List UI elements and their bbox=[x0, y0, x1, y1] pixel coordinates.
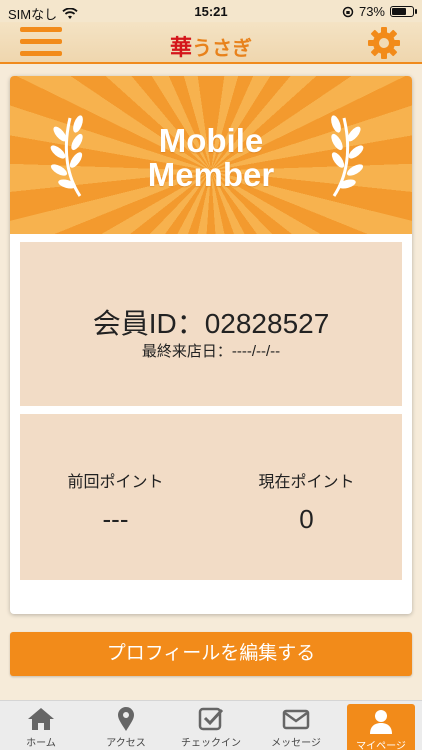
laurel-right-icon bbox=[331, 115, 364, 197]
tab-checkin[interactable]: チェックイン bbox=[177, 701, 245, 750]
map-pin-icon bbox=[118, 707, 134, 731]
app-header: 華うさぎ bbox=[0, 22, 422, 64]
checkin-icon bbox=[198, 707, 224, 731]
tab-home[interactable]: ホーム bbox=[7, 701, 75, 750]
member-banner: Mobile Member bbox=[10, 76, 412, 234]
battery-icon bbox=[390, 6, 417, 17]
orientation-lock-icon bbox=[342, 6, 354, 17]
tab-bar: ホーム アクセス チェックイン メッセージ マイページ bbox=[0, 700, 422, 750]
tab-mypage-label: マイページ bbox=[356, 741, 406, 750]
app-logo: 華うさぎ bbox=[0, 30, 422, 62]
edit-profile-button[interactable]: プロフィールを編集する bbox=[10, 632, 412, 676]
tab-access-label: アクセス bbox=[106, 738, 146, 749]
settings-button[interactable] bbox=[366, 25, 402, 61]
tab-mypage[interactable]: マイページ bbox=[347, 704, 415, 750]
last-visit-date: 最終来店日：----/--/-- bbox=[141, 343, 281, 360]
battery-percent: 73% bbox=[358, 4, 385, 19]
gear-icon bbox=[368, 27, 400, 59]
member-id-panel: 会員ID：02828527 最終来店日：----/--/-- bbox=[20, 242, 402, 406]
current-points-value: 0 bbox=[299, 504, 314, 534]
tab-messages[interactable]: メッセージ bbox=[262, 701, 330, 750]
previous-points-label: 前回ポイント bbox=[67, 474, 164, 491]
home-icon bbox=[28, 708, 54, 730]
tab-messages-label: メッセージ bbox=[271, 738, 321, 749]
previous-points-value: --- bbox=[102, 504, 129, 534]
tab-access[interactable]: アクセス bbox=[92, 701, 160, 750]
tab-home-label: ホーム bbox=[26, 738, 56, 749]
current-points-label: 現在ポイント bbox=[258, 474, 355, 491]
battery-fill bbox=[392, 8, 406, 15]
status-right: 73% bbox=[342, 4, 417, 19]
points-panel: 前回ポイント --- 現在ポイント 0 bbox=[20, 414, 402, 580]
member-id: 会員ID：02828527 bbox=[92, 308, 330, 339]
previous-points: 前回ポイント --- bbox=[20, 468, 211, 535]
envelope-icon bbox=[282, 709, 310, 730]
tab-checkin-label: チェックイン bbox=[181, 738, 241, 749]
user-icon bbox=[370, 710, 392, 734]
current-points: 現在ポイント 0 bbox=[211, 468, 402, 535]
logo-kanji: 華 bbox=[169, 35, 192, 61]
member-card: Mobile Member 会員ID：02828527 最終来店日：----/-… bbox=[10, 76, 412, 614]
status-bar: SIMなし 15:21 73% bbox=[0, 0, 422, 22]
logo-kana: うさぎ bbox=[192, 36, 252, 60]
